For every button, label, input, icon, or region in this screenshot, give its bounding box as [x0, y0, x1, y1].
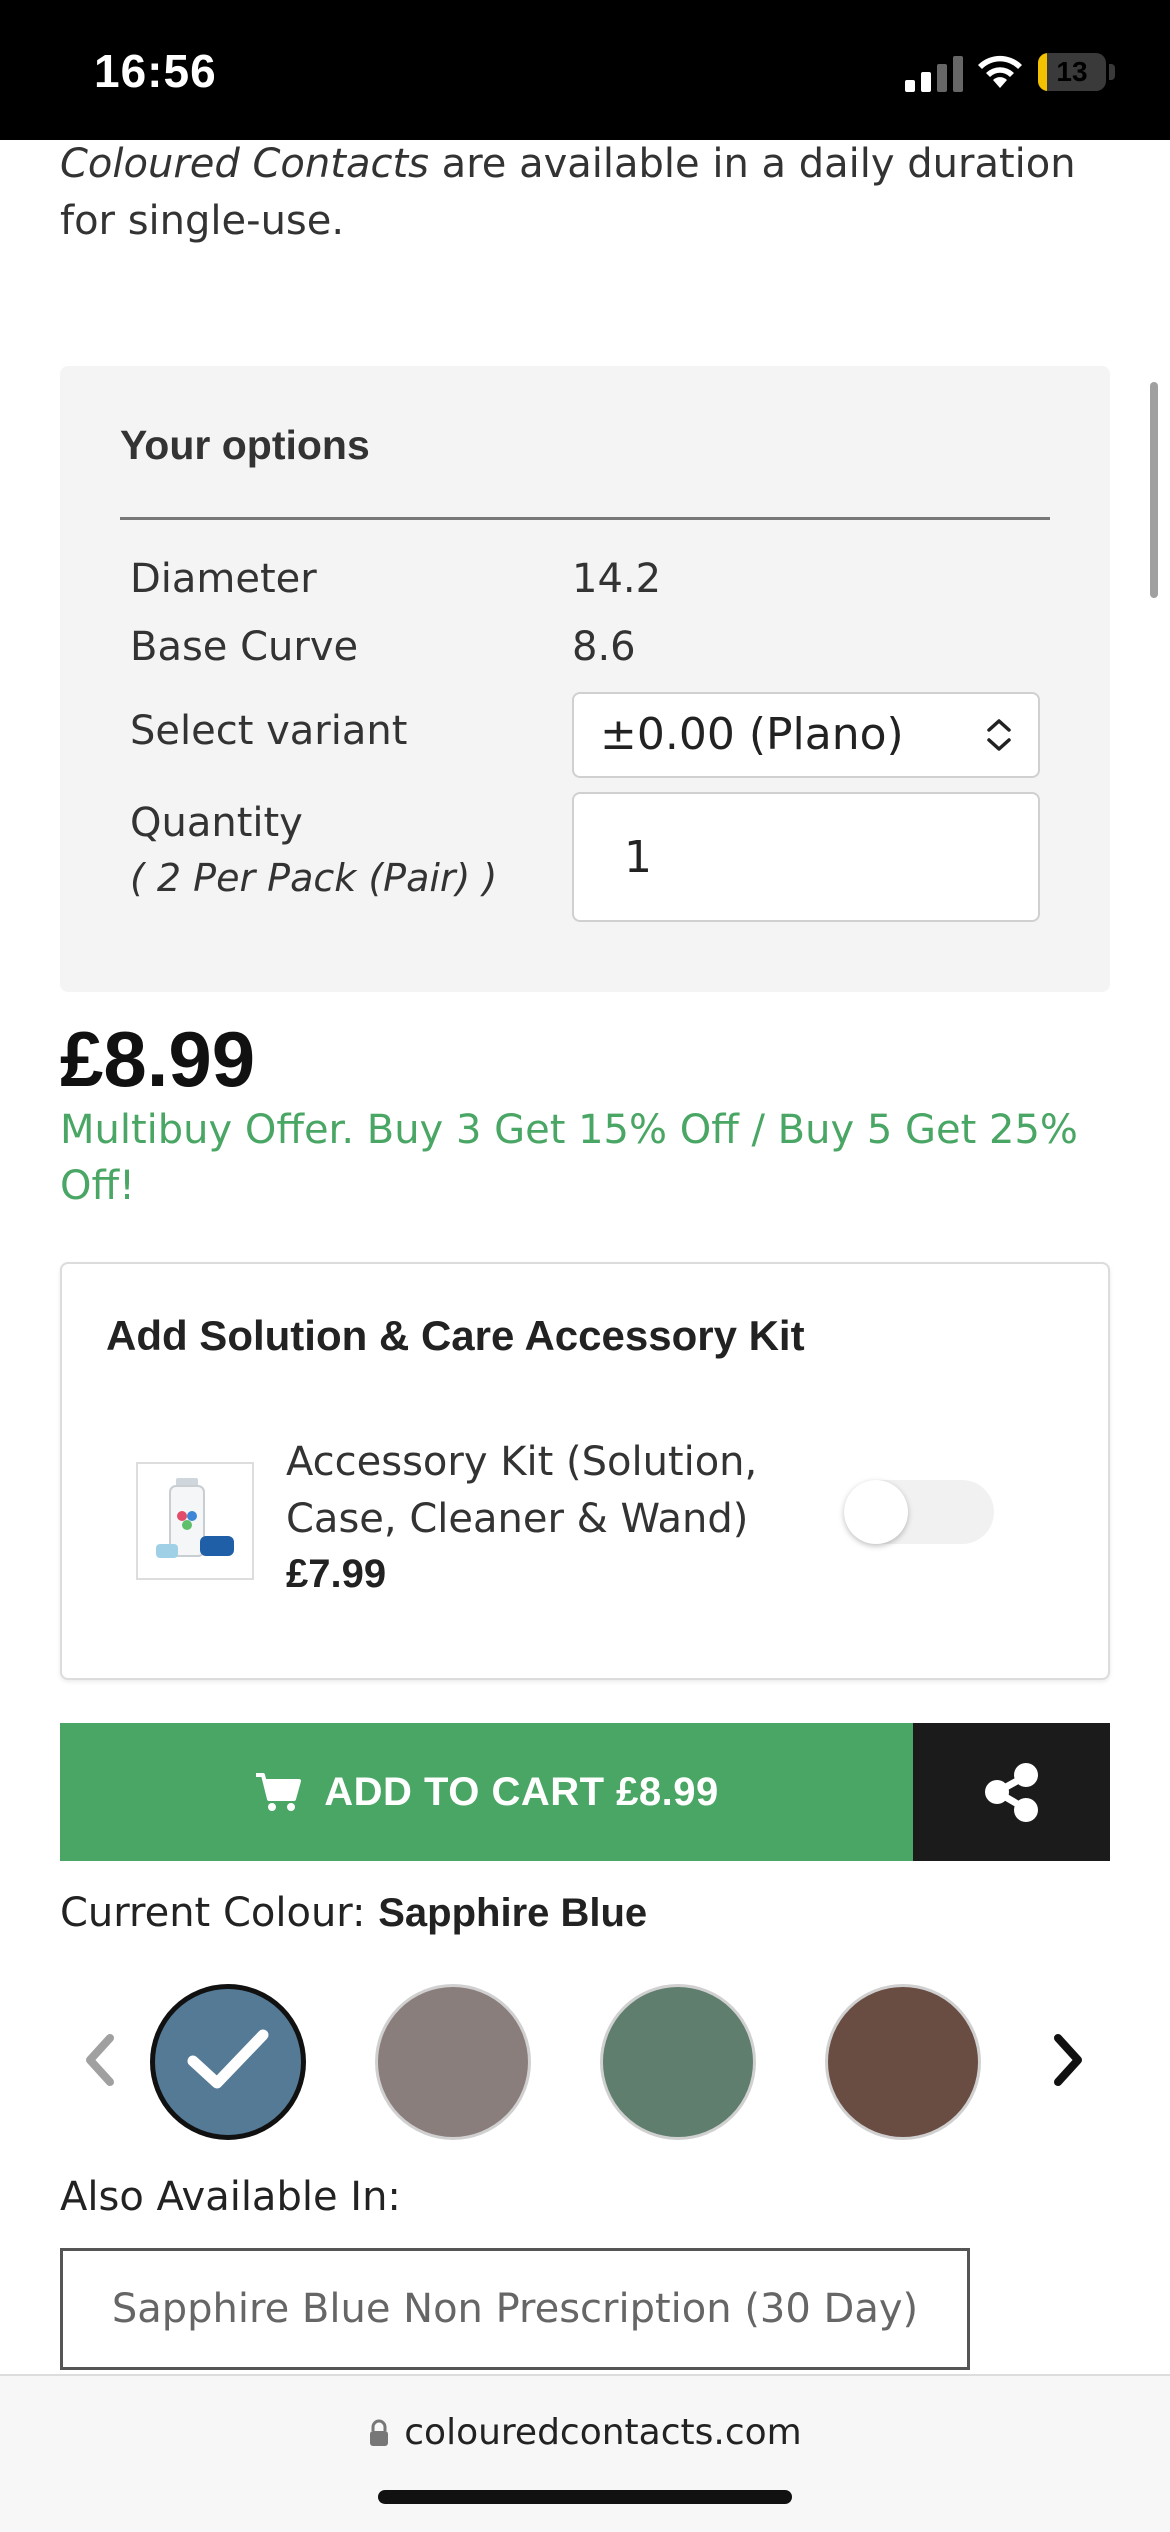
quantity-label: Quantity	[130, 800, 303, 846]
product-description: Coloured Contacts are available in a dai…	[60, 136, 1100, 250]
add-to-cart-label: ADD TO CART £8.99	[324, 1769, 719, 1814]
current-colour-label: Current Colour:	[60, 1890, 366, 1936]
toggle-knob	[844, 1480, 908, 1544]
current-colour-value: Sapphire Blue	[378, 1891, 648, 1935]
colour-swatch-sapphire-blue[interactable]	[150, 1984, 306, 2140]
options-title: Your options	[120, 422, 370, 468]
share-icon	[985, 1763, 1038, 1822]
wifi-icon	[978, 55, 1022, 88]
options-panel: Your options Diameter 14.2 Base Curve 8.…	[60, 366, 1110, 992]
accessory-kit-name: Accessory Kit (Solution, Case, Cleaner &…	[286, 1434, 806, 1548]
accessory-kit-card: Add Solution & Care Accessory Kit Access…	[60, 1262, 1110, 1680]
diameter-value: 14.2	[572, 556, 662, 602]
current-colour: Current Colour: Sapphire Blue	[60, 1890, 647, 1936]
battery-cap	[1109, 64, 1115, 80]
also-available-option[interactable]: Sapphire Blue Non Prescription (30 Day)	[60, 2248, 970, 2370]
accessory-kit-toggle[interactable]	[844, 1480, 994, 1544]
chevron-right-icon[interactable]	[1048, 2032, 1088, 2088]
description-text: are available in a daily duration	[428, 141, 1076, 187]
brand-name: Coloured Contacts	[60, 141, 429, 187]
variant-label: Select variant	[130, 708, 408, 754]
chevron-up-down-icon	[987, 719, 1011, 751]
status-time: 16:56	[94, 45, 217, 97]
variant-select[interactable]: ±0.00 (Plano)	[572, 692, 1040, 778]
checkmark-icon	[187, 2029, 269, 2089]
add-to-cart-button[interactable]: ADD TO CART £8.99	[60, 1723, 913, 1861]
battery-level: 13	[1056, 56, 1088, 87]
accessory-kit-name-line1: Accessory Kit (Solution,	[286, 1439, 758, 1485]
quantity-input[interactable]	[572, 792, 1040, 922]
colour-swatch[interactable]	[600, 1984, 756, 2140]
share-button[interactable]	[913, 1723, 1110, 1861]
colour-swatch[interactable]	[825, 1984, 981, 2140]
variant-selected-value: ±0.00 (Plano)	[600, 709, 904, 760]
colour-swatch[interactable]	[375, 1984, 531, 2140]
cart-icon	[256, 1773, 302, 1811]
scrollbar[interactable]	[1150, 382, 1158, 598]
home-indicator[interactable]	[378, 2490, 792, 2504]
accessory-kit-image	[136, 1462, 254, 1580]
lock-icon	[370, 2419, 389, 2446]
base-curve-value: 8.6	[572, 624, 636, 670]
accessory-kit-price: £7.99	[286, 1552, 387, 1596]
also-available-label: Also Available In:	[60, 2174, 401, 2220]
offer-text: Multibuy Offer. Buy 3 Get 15% Off / Buy …	[60, 1107, 1078, 1153]
product-price: £8.99	[60, 1015, 256, 1103]
multibuy-offer: Multibuy Offer. Buy 3 Get 15% Off / Buy …	[60, 1102, 1110, 1214]
accessory-card-title: Add Solution & Care Accessory Kit	[106, 1312, 805, 1359]
quantity-pack-note: ( 2 Per Pack (Pair) )	[130, 856, 498, 900]
options-divider	[120, 517, 1050, 520]
url-text: colouredcontacts.com	[404, 2412, 802, 2453]
accessory-kit-name-line2: Case, Cleaner & Wand)	[286, 1496, 749, 1542]
description-text-2: for single-use.	[60, 198, 345, 244]
browser-address-bar[interactable]: colouredcontacts.com	[0, 2374, 1170, 2532]
cellular-signal-icon	[905, 54, 963, 92]
also-available-option-text: Sapphire Blue Non Prescription (30 Day)	[111, 2286, 919, 2332]
chevron-left-icon[interactable]	[80, 2032, 120, 2088]
battery-icon: 13	[1038, 53, 1106, 91]
diameter-label: Diameter	[130, 556, 317, 602]
offer-text-2: Off!	[60, 1163, 136, 1209]
base-curve-label: Base Curve	[130, 624, 359, 670]
status-bar: 16:56 13	[0, 0, 1170, 140]
